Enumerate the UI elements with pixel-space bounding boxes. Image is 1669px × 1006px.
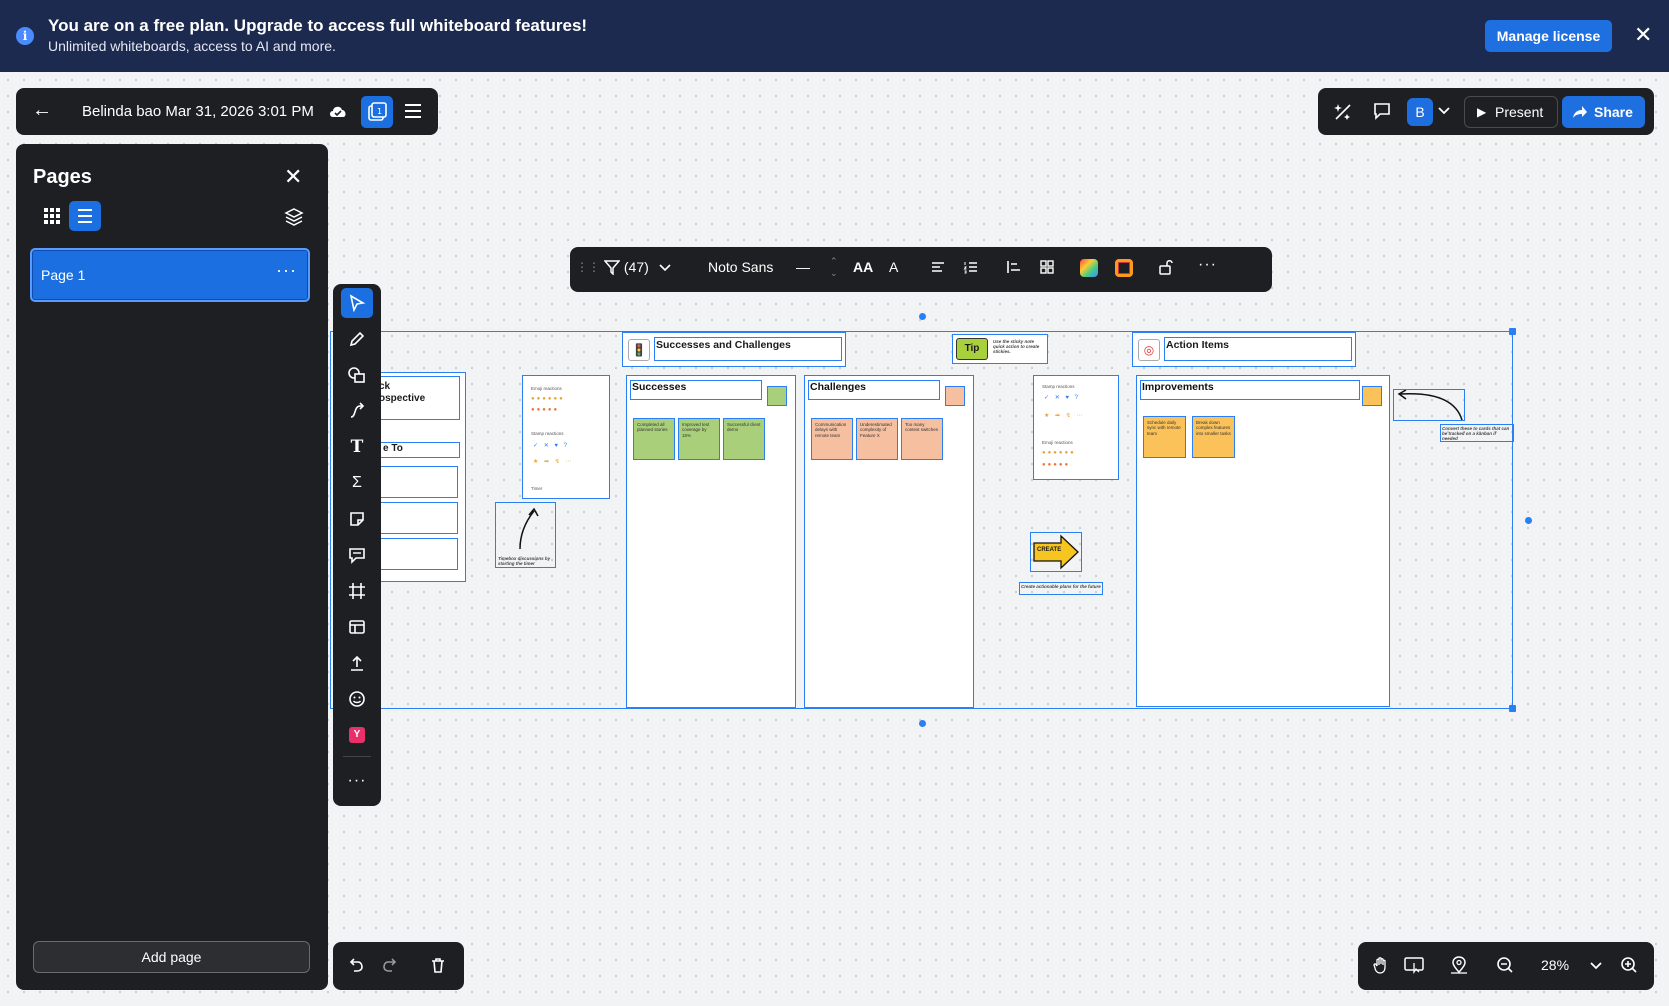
zoom-in-icon[interactable] bbox=[1620, 956, 1638, 979]
comment-tool-icon[interactable] bbox=[341, 540, 373, 570]
unlock-icon[interactable] bbox=[1158, 259, 1174, 278]
pages-title: Pages bbox=[33, 166, 92, 188]
document-title[interactable]: Belinda bao Mar 31, 2026 3:01 PM bbox=[82, 103, 314, 120]
filter-button[interactable]: (47) bbox=[603, 259, 671, 276]
align-left-icon[interactable] bbox=[930, 259, 946, 278]
text-color-icon[interactable]: A bbox=[889, 259, 898, 275]
zoom-bar: 28% bbox=[1358, 942, 1654, 990]
redo-icon[interactable] bbox=[381, 956, 399, 979]
selection-handle-top[interactable] bbox=[919, 313, 926, 320]
zoom-out-icon[interactable] bbox=[1496, 956, 1514, 979]
svg-text:1: 1 bbox=[377, 107, 382, 116]
frame-tool-icon[interactable] bbox=[341, 576, 373, 606]
zoom-level[interactable]: 28% bbox=[1541, 957, 1569, 973]
chevron-down-icon[interactable] bbox=[1437, 104, 1451, 123]
drag-handle-icon[interactable]: ⋮⋮ bbox=[576, 260, 600, 274]
more-tools-icon[interactable]: ··· bbox=[341, 766, 373, 796]
pages-icon: 1 bbox=[368, 102, 387, 121]
font-size-stepper[interactable]: ⌃ ⌄ bbox=[830, 255, 838, 279]
chevron-down-icon bbox=[659, 264, 671, 272]
app-integration-icon[interactable]: Y bbox=[341, 720, 373, 750]
connector-tool-icon[interactable] bbox=[341, 396, 373, 426]
fit-screen-icon[interactable] bbox=[1404, 956, 1424, 979]
info-icon: i bbox=[16, 27, 34, 45]
pages-toggle-button[interactable]: 1 bbox=[361, 96, 393, 128]
close-banner-icon[interactable]: ✕ bbox=[1634, 22, 1652, 48]
play-icon: ▶ bbox=[1477, 105, 1487, 119]
trash-icon[interactable] bbox=[429, 956, 447, 979]
zoom-chevron-down-icon[interactable] bbox=[1589, 959, 1603, 977]
formula-tool-icon[interactable]: Σ bbox=[341, 468, 373, 498]
history-bar bbox=[333, 942, 464, 990]
pen-tool-icon[interactable] bbox=[341, 324, 373, 354]
drawing-toolbar: T Σ Y ··· bbox=[333, 284, 381, 806]
pages-panel: Pages ✕ Page 1 ··· Add page bbox=[16, 144, 328, 990]
more-format-icon[interactable]: ··· bbox=[1198, 256, 1217, 274]
more-options-icon[interactable]: ··· bbox=[276, 260, 297, 281]
hamburger-menu-icon[interactable] bbox=[403, 101, 423, 126]
filter-count: (47) bbox=[623, 259, 649, 275]
page-list-item[interactable]: Page 1 ··· bbox=[30, 248, 310, 302]
present-button[interactable]: ▶ Present bbox=[1464, 96, 1558, 128]
cloud-saved-icon[interactable] bbox=[328, 102, 348, 125]
selection-handle-bottom-right[interactable] bbox=[1509, 705, 1516, 712]
document-bar: ← Belinda bao Mar 31, 2026 3:01 PM 1 bbox=[16, 88, 438, 135]
hand-tool-icon[interactable] bbox=[1372, 956, 1390, 979]
ai-sparkle-icon[interactable] bbox=[1332, 101, 1354, 128]
minimap-location-icon[interactable] bbox=[1450, 956, 1468, 979]
page-name: Page 1 bbox=[41, 267, 86, 283]
fill-color-icon[interactable] bbox=[1080, 259, 1098, 277]
emoji-tool-icon[interactable] bbox=[341, 684, 373, 714]
numbered-list-icon[interactable] bbox=[963, 259, 979, 278]
shapes-tool-icon[interactable] bbox=[341, 360, 373, 390]
share-icon bbox=[1573, 106, 1587, 118]
share-button[interactable]: Share bbox=[1562, 96, 1645, 128]
undo-icon[interactable] bbox=[347, 956, 365, 979]
close-pages-icon[interactable]: ✕ bbox=[284, 164, 302, 190]
layers-icon[interactable] bbox=[284, 207, 304, 232]
grid-view-icon[interactable] bbox=[36, 200, 68, 232]
select-tool-icon[interactable] bbox=[341, 288, 373, 318]
list-view-icon[interactable] bbox=[69, 201, 101, 231]
user-avatar[interactable]: B bbox=[1407, 98, 1433, 126]
border-color-icon[interactable] bbox=[1115, 259, 1133, 277]
selection-handle-bottom[interactable] bbox=[919, 720, 926, 727]
share-label: Share bbox=[1594, 104, 1633, 120]
format-toolbar: ⋮⋮ (47) Noto Sans — ⌃ ⌄ AA A ··· bbox=[570, 247, 1272, 292]
filter-icon bbox=[603, 260, 621, 276]
back-arrow-icon[interactable]: ← bbox=[32, 99, 52, 122]
upload-tool-icon[interactable] bbox=[341, 648, 373, 678]
upgrade-banner: i You are on a free plan. Upgrade to acc… bbox=[0, 0, 1669, 72]
banner-title: You are on a free plan. Upgrade to acces… bbox=[48, 16, 588, 35]
manage-license-button[interactable]: Manage license bbox=[1485, 20, 1612, 52]
sticky-note-tool-icon[interactable] bbox=[341, 504, 373, 534]
comment-icon[interactable] bbox=[1372, 101, 1392, 126]
top-right-bar: B ▶ Present Share bbox=[1318, 88, 1654, 135]
font-select[interactable]: Noto Sans bbox=[708, 259, 773, 275]
add-page-button[interactable]: Add page bbox=[33, 941, 310, 973]
selection-box[interactable] bbox=[330, 331, 1513, 709]
template-tool-icon[interactable] bbox=[341, 612, 373, 642]
arrange-grid-icon[interactable] bbox=[1039, 259, 1055, 278]
font-size-decrease-icon[interactable]: — bbox=[796, 259, 810, 275]
present-label: Present bbox=[1495, 104, 1544, 120]
selection-handle-top-right[interactable] bbox=[1509, 328, 1516, 335]
selection-handle-right[interactable] bbox=[1525, 517, 1532, 524]
text-tool-icon[interactable]: T bbox=[341, 432, 373, 462]
text-size-icon[interactable]: AA bbox=[853, 259, 873, 275]
banner-subtitle: Unlimited whiteboards, access to AI and … bbox=[48, 38, 336, 54]
align-objects-icon[interactable] bbox=[1006, 259, 1022, 278]
